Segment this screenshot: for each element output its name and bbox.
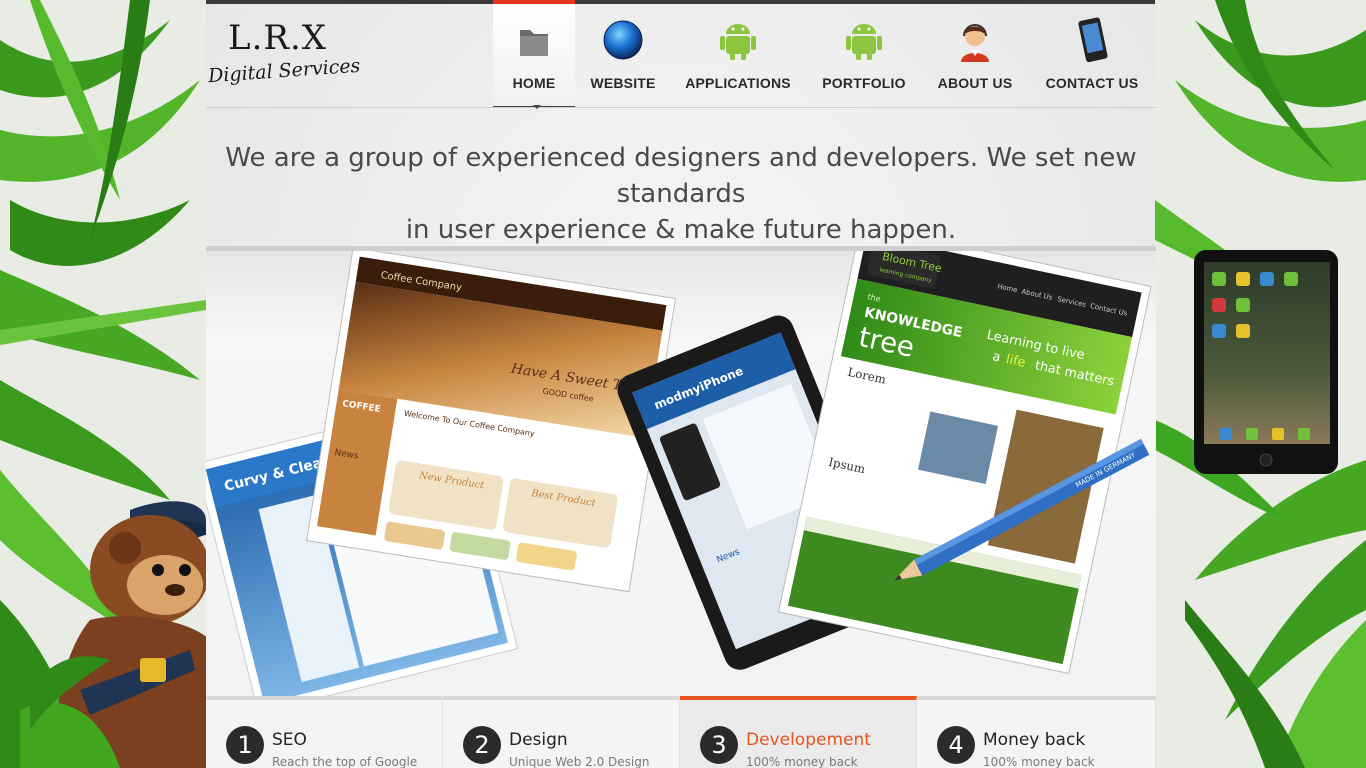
nav-website[interactable]: WEBSITE <box>581 0 665 108</box>
nav-active-caret <box>533 105 541 109</box>
nav-website-label: WEBSITE <box>590 75 656 91</box>
feature-number: 4 <box>937 726 975 764</box>
feature-subtitle: Unique Web 2.0 Design <box>509 755 650 768</box>
android-icon <box>842 16 886 64</box>
feature-title: Money back <box>983 730 1086 750</box>
feature-design[interactable]: 2 Design Unique Web 2.0 Design <box>443 696 680 768</box>
nav-divider <box>206 107 1156 108</box>
tagline: We are a group of experienced designers … <box>206 140 1156 248</box>
nav-home-label: HOME <box>512 75 556 91</box>
feature-title: SEO <box>272 730 307 750</box>
tagline-line-1: We are a group of experienced designers … <box>225 143 1137 209</box>
nav-portfolio-label: PORTFOLIO <box>822 75 906 91</box>
feature-number: 1 <box>226 726 264 764</box>
coffee-company-site-card: Coffee Company Have A Sweet Time! GOOD c… <box>306 251 677 593</box>
portfolio-showcase: Curvy & Clean Coffee Company Have A Swee… <box>206 246 1156 698</box>
android-icon <box>716 16 760 64</box>
feature-title: Developement <box>746 730 871 750</box>
feature-title: Design <box>509 730 568 750</box>
feature-subtitle: 100% money back <box>983 755 1095 768</box>
feature-number: 3 <box>700 726 738 764</box>
tagline-line-2: in user experience & make future happen. <box>405 215 957 245</box>
phone-icon <box>1070 16 1114 64</box>
feature-subtitle: 100% money back <box>746 755 858 768</box>
feature-development[interactable]: 3 Developement 100% money back <box>680 696 917 768</box>
globe-icon <box>601 16 645 64</box>
knowledge-tree-site-card: Bloom Tree learning company Home About U… <box>777 251 1152 675</box>
nav-applications[interactable]: APPLICATIONS <box>674 0 802 108</box>
nav-contact-us-label: CONTACT US <box>1045 75 1139 91</box>
nav-contact-us[interactable]: CONTACT US <box>1036 0 1148 108</box>
nav-about-us-label: ABOUT US <box>937 75 1013 91</box>
folder-icon <box>512 16 556 64</box>
feature-number: 2 <box>463 726 501 764</box>
feature-subtitle: Reach the top of Google <box>272 755 418 768</box>
nav-about-us[interactable]: ABOUT US <box>928 0 1022 108</box>
main-nav: HOME WEBSITE APPLICATIONS PORTFOLIO ABOU… <box>206 0 1156 108</box>
nav-home[interactable]: HOME <box>493 0 575 108</box>
monkey-mascot-illustration <box>20 490 210 768</box>
feature-seo[interactable]: 1 SEO Reach the top of Google <box>206 696 443 768</box>
nav-applications-label: APPLICATIONS <box>685 75 791 91</box>
ipad-device-illustration <box>1190 248 1342 476</box>
features-bar: 1 SEO Reach the top of Google 2 Design U… <box>206 696 1156 768</box>
support-person-icon <box>953 16 997 64</box>
feature-money-back[interactable]: 4 Money back 100% money back <box>917 696 1156 768</box>
nav-portfolio[interactable]: PORTFOLIO <box>811 0 917 108</box>
